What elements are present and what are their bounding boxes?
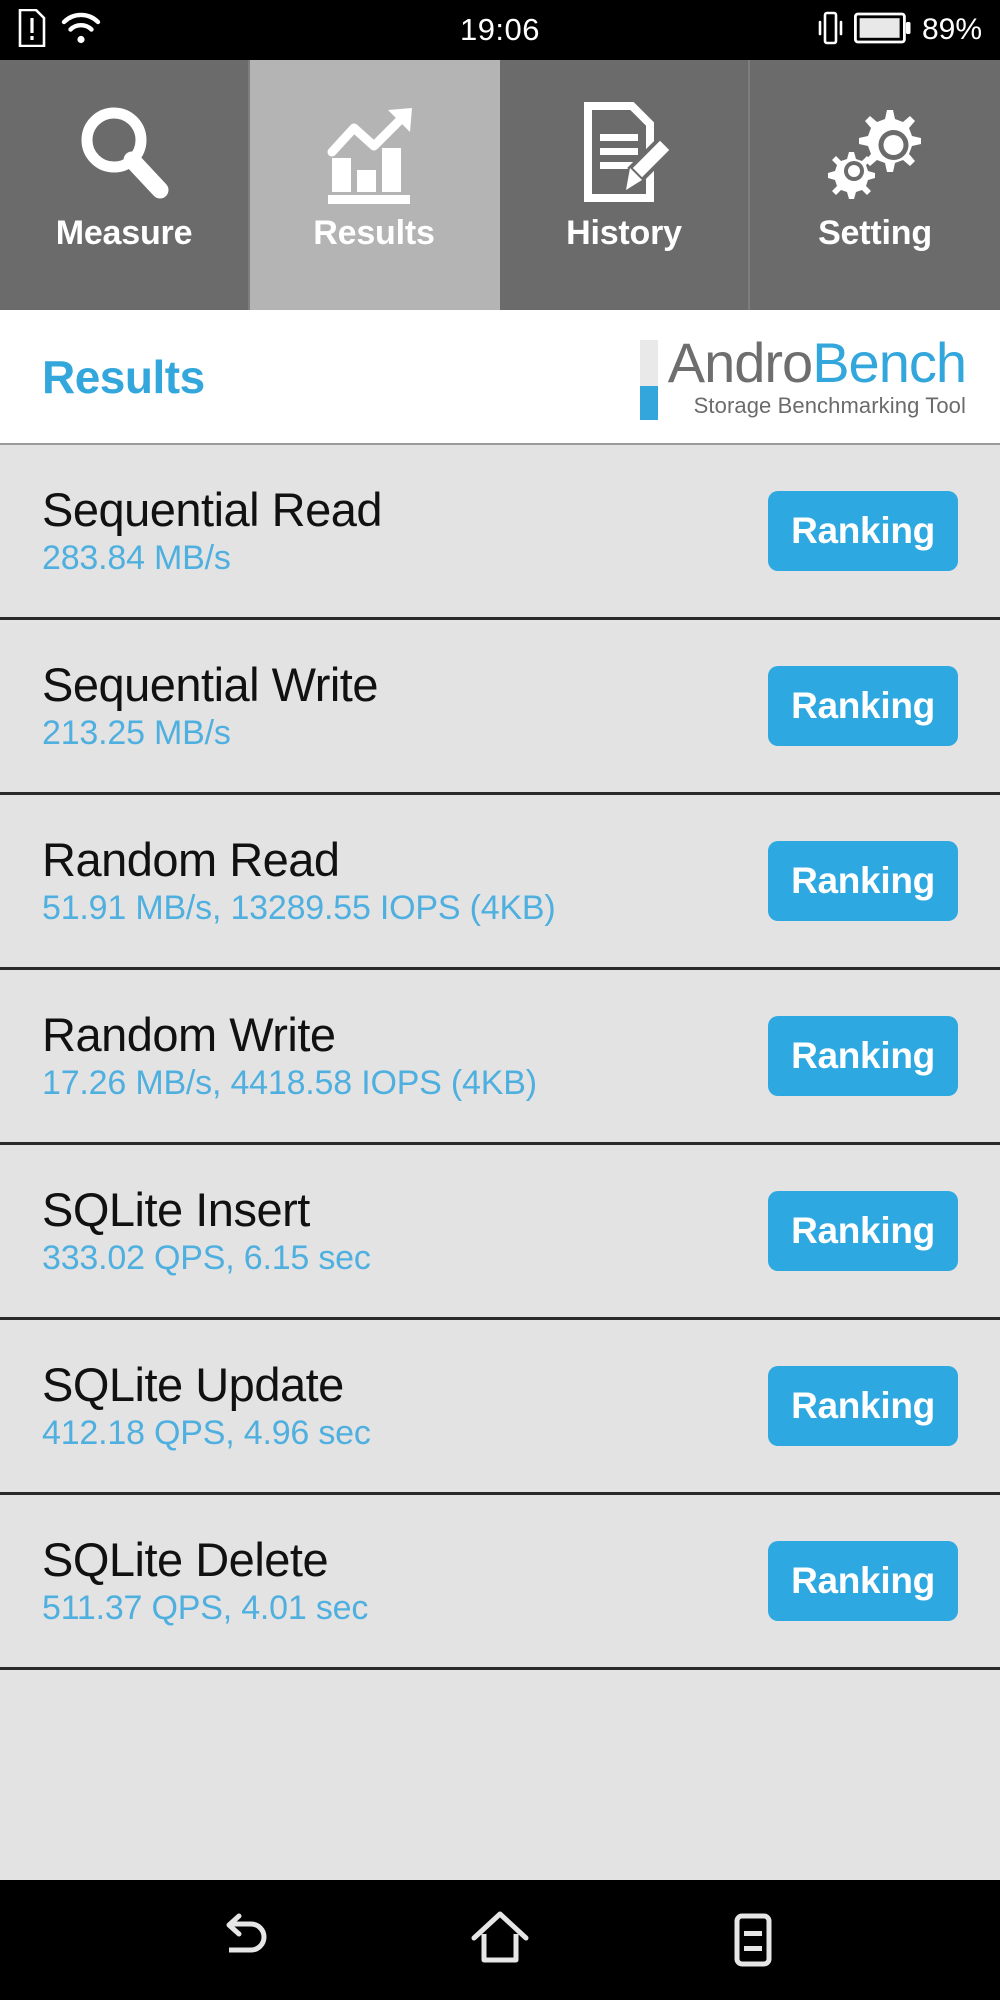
row-text-group: Random Read 51.91 MB/s, 13289.55 IOPS (4…	[42, 835, 556, 926]
vibrate-icon	[816, 10, 844, 51]
tab-results-label: Results	[313, 214, 435, 252]
bar-chart-trend-icon	[318, 96, 430, 208]
tab-history-label: History	[566, 214, 682, 252]
row-title: Sequential Write	[42, 658, 379, 712]
row-value: 51.91 MB/s, 13289.55 IOPS (4KB)	[42, 888, 556, 927]
tab-measure[interactable]: Measure	[0, 60, 250, 310]
logo-accent-bar-bottom	[639, 385, 658, 420]
row-value: 283.84 MB/s	[42, 538, 231, 577]
table-row[interactable]: Sequential Read 283.84 MB/s Ranking	[0, 445, 1000, 620]
table-row[interactable]: SQLite Update 412.18 QPS, 4.96 sec Ranki…	[0, 1320, 1000, 1495]
row-value: 17.26 MB/s, 4418.58 IOPS (4KB)	[42, 1063, 537, 1102]
system-navigation-bar	[0, 1880, 1000, 2000]
logo-wordmark-andro: Andro	[667, 330, 813, 394]
main-tab-bar: Measure Results History Setting	[0, 60, 1000, 310]
back-icon[interactable]	[187, 1880, 307, 2000]
table-row[interactable]: SQLite Insert 333.02 QPS, 6.15 sec Ranki…	[0, 1145, 1000, 1320]
row-value: 511.37 QPS, 4.01 sec	[42, 1588, 369, 1627]
row-title: SQLite Delete	[42, 1533, 329, 1587]
androbench-logo: AndroBench Storage Benchmarking Tool	[639, 330, 967, 420]
list-empty-space	[0, 1670, 1000, 1880]
document-pencil-icon	[568, 96, 680, 208]
table-row[interactable]: Random Read 51.91 MB/s, 13289.55 IOPS (4…	[0, 795, 1000, 970]
row-text-group: SQLite Delete 511.37 QPS, 4.01 sec	[42, 1535, 368, 1626]
status-bar-right-icons: 89%	[816, 0, 982, 60]
table-row[interactable]: SQLite Delete 511.37 QPS, 4.01 sec Ranki…	[0, 1495, 1000, 1670]
logo-accent-bar	[639, 339, 658, 420]
row-value: 333.02 QPS, 6.15 sec	[42, 1238, 371, 1277]
magnifier-icon	[68, 96, 180, 208]
page-title: Results	[42, 350, 205, 403]
gears-icon	[819, 96, 931, 208]
home-icon[interactable]	[440, 1880, 560, 2000]
ranking-button[interactable]: Ranking	[768, 841, 958, 921]
ranking-button[interactable]: Ranking	[768, 1366, 958, 1446]
table-row[interactable]: Random Write 17.26 MB/s, 4418.58 IOPS (4…	[0, 970, 1000, 1145]
row-title: SQLite Insert	[42, 1183, 310, 1237]
app-header: Results AndroBench Storage Benchmarking …	[0, 310, 1000, 445]
recents-icon[interactable]	[693, 1880, 813, 2000]
row-text-group: Random Write 17.26 MB/s, 4418.58 IOPS (4…	[42, 1010, 537, 1101]
row-text-group: SQLite Update 412.18 QPS, 4.96 sec	[42, 1360, 371, 1451]
row-text-group: SQLite Insert 333.02 QPS, 6.15 sec	[42, 1185, 371, 1276]
row-title: SQLite Update	[42, 1358, 344, 1412]
status-bar: 19:06 89%	[0, 0, 1000, 60]
ranking-button[interactable]: Ranking	[768, 666, 958, 746]
battery-percent-label: 89%	[921, 13, 982, 46]
tab-results[interactable]: Results	[250, 60, 500, 310]
row-value: 412.18 QPS, 4.96 sec	[42, 1413, 371, 1452]
ranking-button[interactable]: Ranking	[768, 1541, 958, 1621]
row-value: 213.25 MB/s	[42, 713, 231, 752]
ranking-button[interactable]: Ranking	[768, 1191, 958, 1271]
phone-screen: 19:06 89% Measure Results History Settin…	[0, 0, 1000, 2000]
table-row[interactable]: Sequential Write 213.25 MB/s Ranking	[0, 620, 1000, 795]
row-title: Random Write	[42, 1008, 336, 1062]
battery-icon	[853, 12, 912, 49]
logo-accent-bar-top	[639, 339, 658, 386]
ranking-button[interactable]: Ranking	[768, 1016, 958, 1096]
logo-text-block: AndroBench Storage Benchmarking Tool	[667, 330, 967, 419]
logo-tagline: Storage Benchmarking Tool	[693, 392, 966, 418]
tab-setting[interactable]: Setting	[750, 60, 1000, 310]
logo-wordmark-bench: Bench	[812, 330, 967, 394]
row-text-group: Sequential Read 283.84 MB/s	[42, 483, 383, 577]
row-text-group: Sequential Write 213.25 MB/s	[42, 658, 379, 752]
tab-history[interactable]: History	[500, 60, 750, 310]
logo-wordmark: AndroBench	[667, 330, 967, 394]
ranking-button[interactable]: Ranking	[768, 491, 958, 571]
tab-measure-label: Measure	[55, 214, 193, 252]
row-title: Random Read	[42, 833, 340, 887]
results-list[interactable]: Sequential Read 283.84 MB/s Ranking Sequ…	[0, 445, 1000, 1880]
row-title: Sequential Read	[42, 483, 383, 537]
tab-setting-label: Setting	[818, 214, 932, 252]
